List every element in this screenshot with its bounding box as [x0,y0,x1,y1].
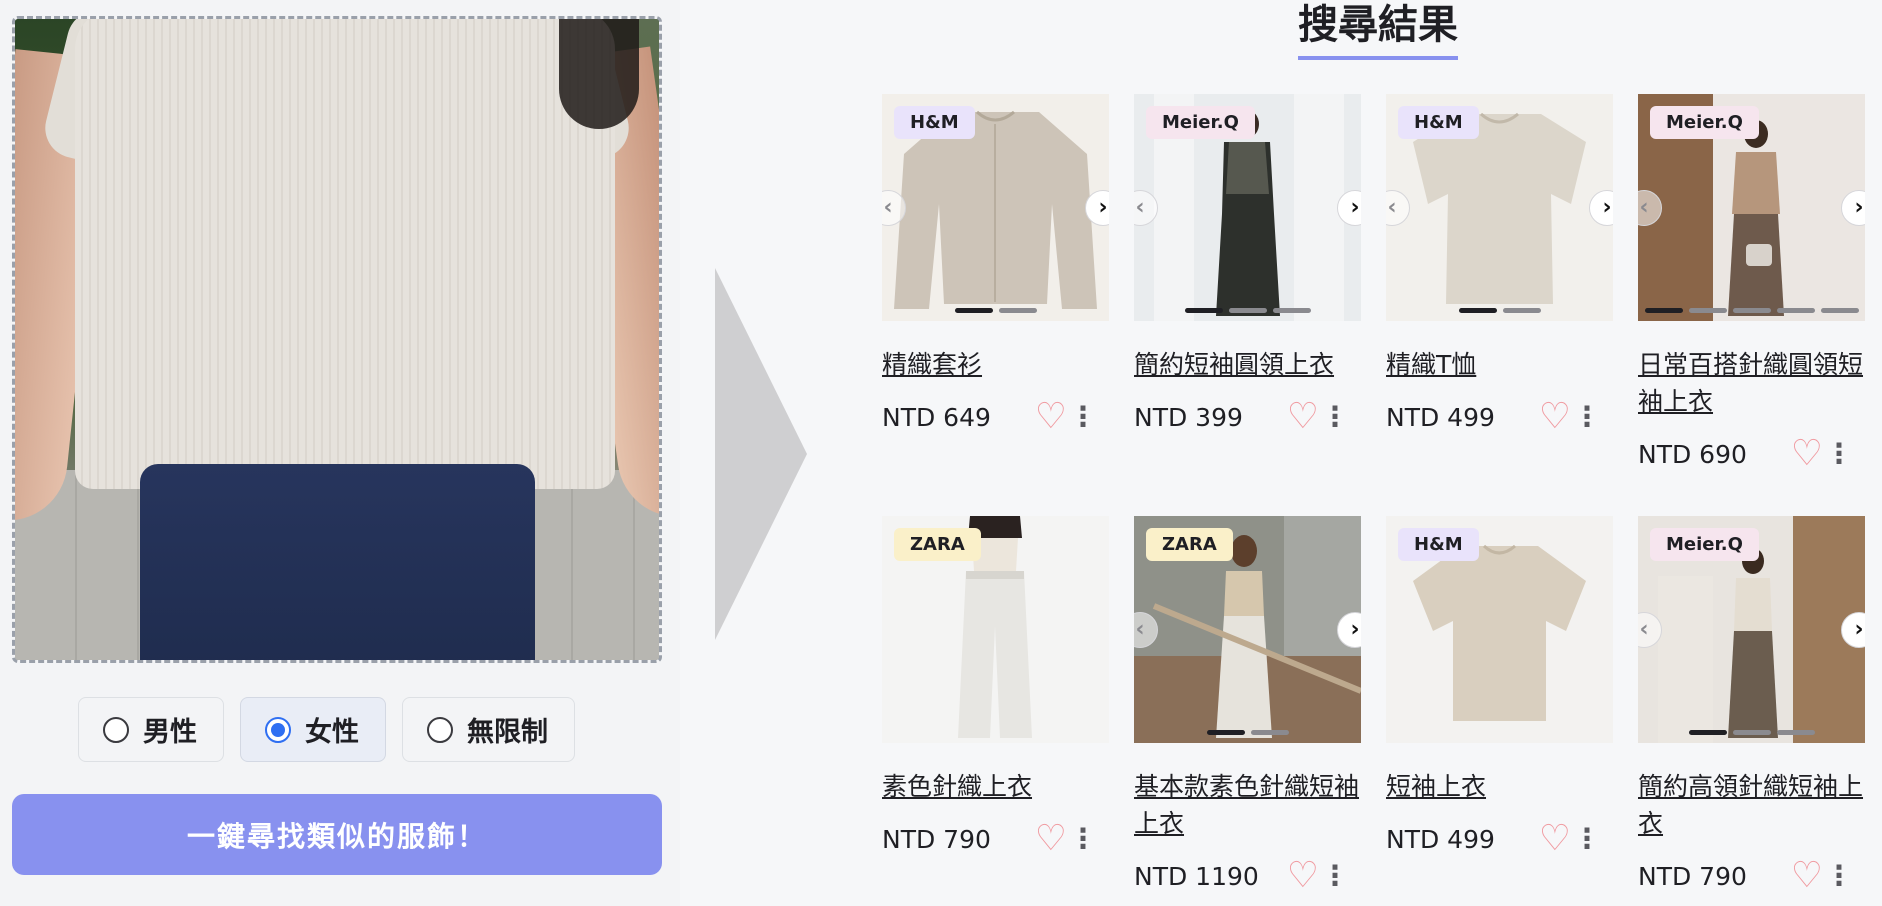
product-card: Meier.Q ‹ › 簡約高領針織短袖上衣 NTD 790 ♡ ⋮ [1638,516,1865,896]
product-name-link[interactable]: 日常百搭針織圓領短袖上衣 [1638,346,1865,420]
carousel-dots [1134,308,1361,313]
product-image-carousel[interactable]: H&M ‹ › [882,94,1109,321]
product-price: NTD 790 [1638,861,1747,891]
uploaded-photo [15,19,659,660]
product-image-carousel[interactable]: ZARA [882,516,1109,743]
brand-badge: ZARA [894,528,981,561]
gender-label-male: 男性 [143,717,197,748]
radio-female[interactable] [265,716,291,743]
more-options-icon[interactable]: ⋮ [1321,860,1349,892]
product-name-link[interactable]: 短袖上衣 [1386,768,1613,805]
upload-panel: 男性 女性 無限制 一鍵尋找類似的服飾！ [0,0,680,906]
heart-icon[interactable]: ♡ [1035,821,1067,857]
more-options-icon[interactable]: ⋮ [1825,860,1853,892]
product-name-link[interactable]: 簡約高領針織短袖上衣 [1638,768,1865,842]
heart-icon[interactable]: ♡ [1791,436,1823,472]
more-options-icon[interactable]: ⋮ [1069,823,1097,855]
product-name-link[interactable]: 基本款素色針織短袖上衣 [1134,768,1361,842]
more-options-icon[interactable]: ⋮ [1069,401,1097,433]
uploaded-photo-dropzone[interactable] [12,16,662,663]
product-image-carousel[interactable]: ZARA ‹ › [1134,516,1361,743]
product-card: Meier.Q ‹ › 簡約短袖圓領上衣 NTD 399 ♡ ⋮ [1134,94,1361,437]
product-card: H&M ‹ › 精織套衫 NTD 649 ♡ ⋮ [882,94,1109,437]
brand-badge: H&M [1398,528,1479,561]
brand-badge: ZARA [1146,528,1233,561]
heart-icon[interactable]: ♡ [1791,858,1823,894]
product-image-carousel[interactable]: Meier.Q ‹ › [1638,516,1865,743]
product-price: NTD 499 [1386,824,1495,854]
gender-option-unrestricted[interactable]: 無限制 [402,697,575,762]
product-price: NTD 499 [1386,402,1495,432]
product-price: NTD 1190 [1134,861,1259,891]
arrow-right-icon [715,268,807,640]
more-options-icon[interactable]: ⋮ [1573,401,1601,433]
brand-badge: H&M [894,106,975,139]
product-price: NTD 399 [1134,402,1243,432]
carousel-dots [1134,730,1361,735]
heart-icon[interactable]: ♡ [1035,399,1067,435]
brand-badge: Meier.Q [1650,106,1759,139]
radio-male[interactable] [103,716,129,743]
carousel-dots [1638,308,1865,313]
gender-label-unrestricted: 無限制 [467,717,548,748]
heart-icon[interactable]: ♡ [1287,399,1319,435]
gender-label-female: 女性 [305,717,359,748]
product-image-carousel[interactable]: H&M [1386,516,1613,743]
results-panel: 搜尋結果 H&M ‹ › 精織套衫 NTD 649 ♡ ⋮ Meier.Q ‹ … [845,0,1882,906]
carousel-dots [1638,730,1865,735]
product-card: Meier.Q ‹ › 日常百搭針織圓領短袖上衣 NTD 690 ♡ ⋮ [1638,94,1865,474]
product-card: ZARA ‹ › 基本款素色針織短袖上衣 NTD 1190 ♡ ⋮ [1134,516,1361,896]
brand-badge: Meier.Q [1650,528,1759,561]
product-name-link[interactable]: 素色針織上衣 [882,768,1109,805]
more-options-icon[interactable]: ⋮ [1573,823,1601,855]
product-price: NTD 690 [1638,439,1747,469]
product-card: H&M ‹ › 精織T恤 NTD 499 ♡ ⋮ [1386,94,1613,437]
radio-unrestricted[interactable] [427,716,453,743]
product-card: H&M 短袖上衣 NTD 499 ♡ ⋮ [1386,516,1613,859]
heart-icon[interactable]: ♡ [1287,858,1319,894]
gender-option-female[interactable]: 女性 [240,697,386,762]
brand-badge: H&M [1398,106,1479,139]
carousel-dots [1386,308,1613,313]
product-name-link[interactable]: 精織T恤 [1386,346,1613,383]
product-image-carousel[interactable]: H&M ‹ › [1386,94,1613,321]
product-name-link[interactable]: 簡約短袖圓領上衣 [1134,346,1361,383]
product-card: ZARA 素色針織上衣 NTD 790 ♡ ⋮ [882,516,1109,859]
gender-option-male[interactable]: 男性 [78,697,224,762]
more-options-icon[interactable]: ⋮ [1825,438,1853,470]
gender-selector: 男性 女性 無限制 [78,697,575,762]
heart-icon[interactable]: ♡ [1539,821,1571,857]
results-title: 搜尋結果 [1298,0,1458,60]
product-image-carousel[interactable]: Meier.Q ‹ › [1134,94,1361,321]
carousel-dots [882,308,1109,313]
product-image-carousel[interactable]: Meier.Q ‹ › [1638,94,1865,321]
product-price: NTD 649 [882,402,991,432]
brand-badge: Meier.Q [1146,106,1255,139]
find-similar-button[interactable]: 一鍵尋找類似的服飾！ [12,794,662,875]
heart-icon[interactable]: ♡ [1539,399,1571,435]
product-name-link[interactable]: 精織套衫 [882,346,1109,383]
more-options-icon[interactable]: ⋮ [1321,401,1349,433]
product-price: NTD 790 [882,824,991,854]
